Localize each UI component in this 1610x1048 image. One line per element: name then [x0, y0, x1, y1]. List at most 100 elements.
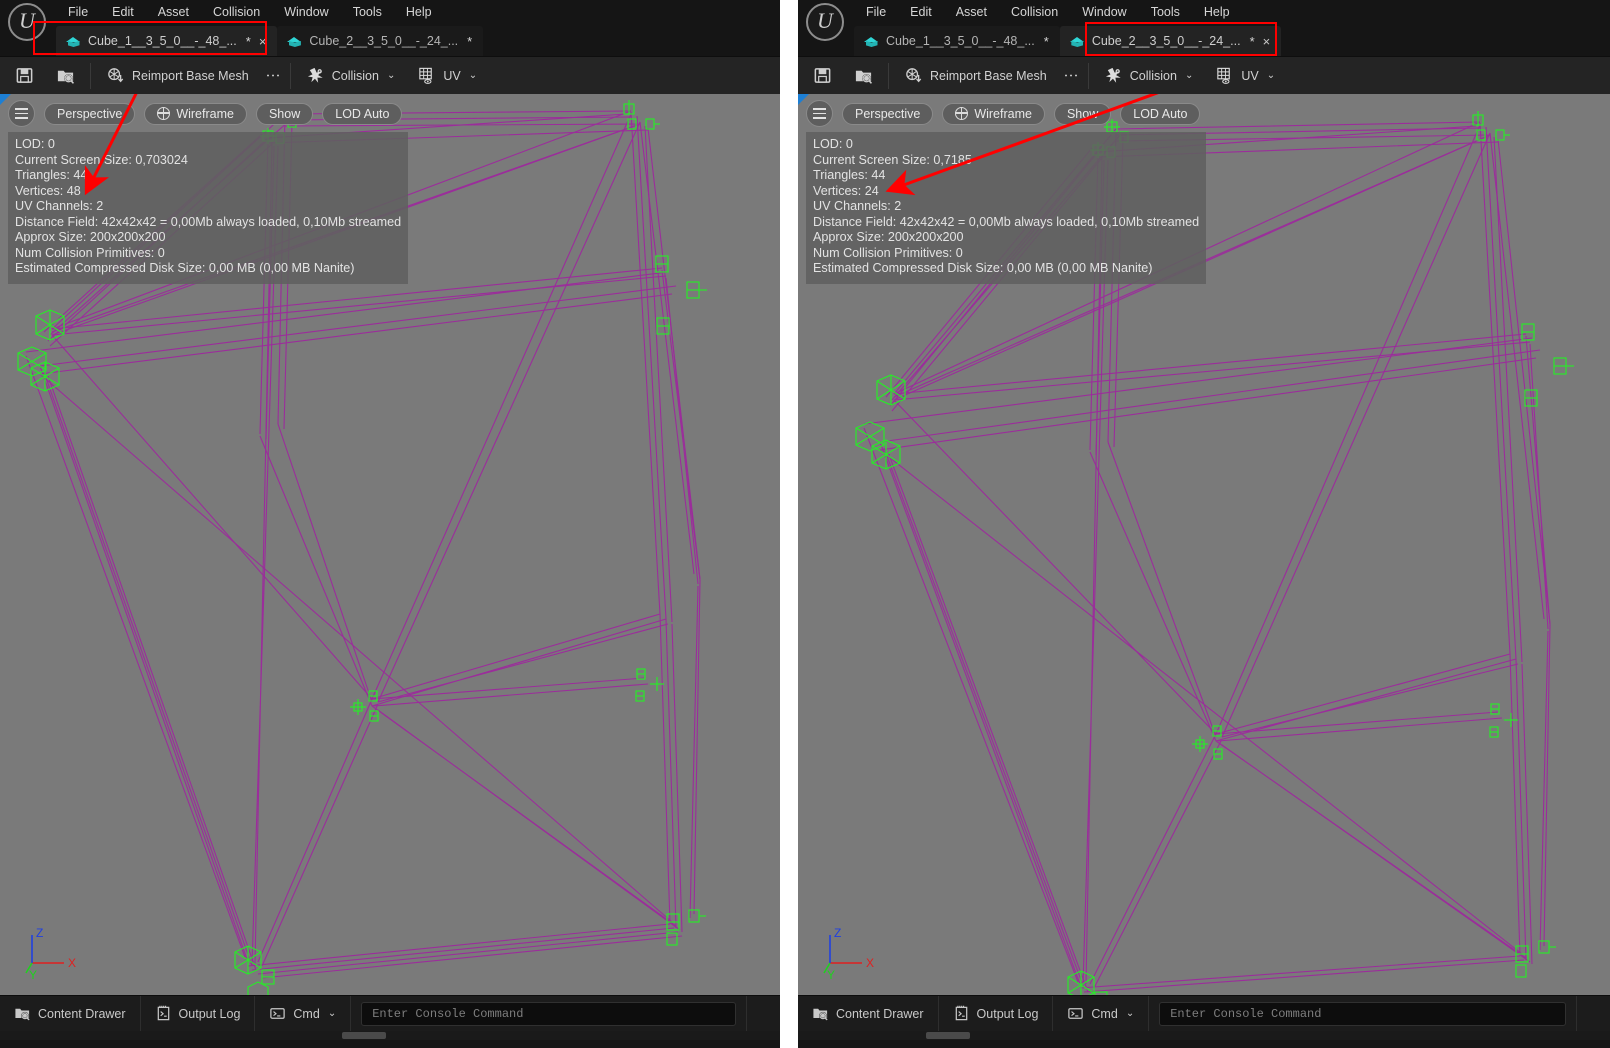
- browse-folder-icon: [57, 70, 75, 84]
- hamburger-icon: [15, 108, 28, 119]
- menu-tools[interactable]: Tools: [341, 0, 394, 24]
- menu-asset[interactable]: Asset: [146, 0, 201, 24]
- lod-label: LOD Auto: [335, 106, 390, 121]
- view-mode-wireframe-button[interactable]: Wireframe: [942, 102, 1045, 125]
- reimport-group: Reimport Base Mesh ⋮: [91, 57, 290, 94]
- info-approx-size: Approx Size: 200x200x200: [15, 230, 166, 244]
- menu-collision[interactable]: Collision: [201, 0, 272, 24]
- show-button[interactable]: Show: [1053, 102, 1112, 125]
- save-icon: [814, 68, 831, 83]
- right-asset-toolbar: Reimport Base Mesh ⋮ Collision ⌄ UV ⌄: [798, 56, 1610, 94]
- right-mesh-info-overlay: LOD: 0 Current Screen Size: 0,7185 Trian…: [806, 132, 1207, 284]
- save-icon: [16, 68, 33, 83]
- wireframe-label: Wireframe: [974, 106, 1032, 121]
- cmd-selector-button[interactable]: Cmd ⌄: [1053, 996, 1150, 1031]
- reimport-options-kebab-icon[interactable]: ⋮: [265, 68, 282, 83]
- console-prompt-icon: [1068, 1008, 1084, 1019]
- menu-window[interactable]: Window: [272, 0, 340, 24]
- output-log-button[interactable]: Output Log: [939, 996, 1054, 1031]
- left-status-bar: Content Drawer Output Log Cmd ⌄: [0, 995, 780, 1031]
- svg-text:Z: Z: [36, 926, 43, 940]
- collision-menu-button[interactable]: Collision ⌄: [1099, 63, 1199, 88]
- static-mesh-icon: [864, 34, 879, 48]
- menu-edit[interactable]: Edit: [898, 0, 944, 24]
- right-status-bar: Content Drawer Output Log Cmd ⌄: [798, 995, 1610, 1031]
- console-command-input[interactable]: [361, 1001, 736, 1026]
- reimport-options-kebab-icon[interactable]: ⋮: [1063, 68, 1080, 83]
- save-button[interactable]: [808, 63, 837, 88]
- tab-cube-1[interactable]: Cube_1__3_5_0__-_48_... *: [854, 26, 1060, 56]
- browse-to-asset-button[interactable]: [849, 63, 878, 88]
- tab-cube-1[interactable]: Cube_1__3_5_0__-_48_... * ×: [56, 26, 278, 56]
- viewport-focus-indicator: [798, 94, 809, 105]
- screenshot-root: U File Edit Asset Collision Window Tools…: [0, 0, 1610, 1048]
- tab-cube-2[interactable]: Cube_2__3_5_0__-_24_... * ×: [1059, 26, 1282, 56]
- perspective-button[interactable]: Perspective: [44, 102, 136, 125]
- resize-handle[interactable]: [342, 1032, 386, 1039]
- svg-text:X: X: [866, 956, 874, 970]
- unreal-logo-icon[interactable]: U: [806, 3, 844, 41]
- menu-tools[interactable]: Tools: [1139, 0, 1192, 24]
- right-tab-strip: Cube_1__3_5_0__-_48_... * Cube_2__3_5_0_…: [798, 22, 1610, 56]
- tab-close-icon[interactable]: ×: [259, 34, 267, 49]
- right-viewport[interactable]: Perspective Wireframe Show LOD Auto LOD:…: [798, 94, 1610, 995]
- console-command-input[interactable]: [1159, 1001, 1566, 1026]
- content-drawer-button[interactable]: Content Drawer: [798, 996, 939, 1031]
- left-menu-bar: File Edit Asset Collision Window Tools H…: [0, 0, 780, 24]
- static-mesh-icon: [287, 34, 302, 48]
- info-uv-channels: UV Channels: 2: [813, 199, 902, 213]
- reimport-base-mesh-button[interactable]: Reimport Base Mesh: [101, 63, 254, 88]
- tab-cube-2[interactable]: Cube_2__3_5_0__-_24_... *: [277, 26, 484, 56]
- lod-auto-button[interactable]: LOD Auto: [1120, 102, 1201, 125]
- cmd-label: Cmd: [1091, 1006, 1118, 1021]
- perspective-label: Perspective: [855, 106, 921, 121]
- unreal-logo-icon[interactable]: U: [8, 3, 46, 41]
- right-viewport-toolbar: Perspective Wireframe Show LOD Auto: [806, 100, 1201, 127]
- globe-icon: [156, 106, 171, 120]
- browse-to-asset-button[interactable]: [51, 63, 80, 88]
- uv-menu-button[interactable]: UV ⌄: [412, 63, 482, 88]
- show-label: Show: [1066, 106, 1099, 121]
- menu-file[interactable]: File: [56, 0, 100, 24]
- content-drawer-button[interactable]: Content Drawer: [0, 996, 141, 1031]
- info-lod: LOD: 0: [15, 137, 55, 151]
- lod-auto-button[interactable]: LOD Auto: [322, 102, 403, 125]
- info-screen-size: Current Screen Size: 0,703024: [15, 152, 188, 167]
- info-collision-prims: Num Collision Primitives: 0: [813, 245, 963, 260]
- right-editor-window: U File Edit Asset Collision Window Tools…: [798, 0, 1610, 1048]
- menu-file[interactable]: File: [854, 0, 898, 24]
- reimport-base-mesh-button[interactable]: Reimport Base Mesh: [899, 63, 1052, 88]
- info-disk-size: Estimated Compressed Disk Size: 0,00 MB …: [15, 261, 355, 275]
- cmd-selector-button[interactable]: Cmd ⌄: [255, 996, 352, 1031]
- mesh-tools-group: Collision ⌄ UV ⌄: [1089, 57, 1290, 94]
- file-actions-group: [798, 57, 888, 94]
- info-uv-channels: UV Channels: 2: [15, 199, 104, 213]
- view-mode-wireframe-button[interactable]: Wireframe: [144, 102, 247, 125]
- unreal-logo-glyph: U: [19, 8, 35, 33]
- status-bar-tail: [1576, 996, 1610, 1031]
- left-viewport[interactable]: Perspective Wireframe Show LOD Auto LOD:…: [0, 94, 780, 995]
- static-mesh-icon: [66, 34, 81, 48]
- show-button[interactable]: Show: [255, 102, 314, 125]
- output-log-button[interactable]: Output Log: [141, 996, 256, 1031]
- menu-window[interactable]: Window: [1070, 0, 1138, 24]
- menu-help[interactable]: Help: [394, 0, 444, 24]
- tab-label: Cube_2__3_5_0__-_24_...: [1091, 34, 1241, 48]
- viewport-menu-button[interactable]: [8, 100, 35, 127]
- content-drawer-label: Content Drawer: [836, 1006, 924, 1021]
- menu-collision[interactable]: Collision: [999, 0, 1070, 24]
- reimport-label: Reimport Base Mesh: [930, 68, 1047, 83]
- file-actions-group: [0, 57, 90, 94]
- info-screen-size: Current Screen Size: 0,7185: [813, 152, 972, 167]
- perspective-button[interactable]: Perspective: [842, 102, 934, 125]
- menu-edit[interactable]: Edit: [100, 0, 146, 24]
- resize-handle[interactable]: [926, 1032, 970, 1039]
- collision-menu-button[interactable]: Collision ⌄: [301, 63, 401, 88]
- tab-close-icon[interactable]: ×: [1263, 34, 1271, 49]
- menu-asset[interactable]: Asset: [944, 0, 999, 24]
- uv-menu-button[interactable]: UV ⌄: [1210, 63, 1280, 88]
- menu-help[interactable]: Help: [1192, 0, 1242, 24]
- save-button[interactable]: [10, 63, 39, 88]
- content-drawer-label: Content Drawer: [38, 1006, 126, 1021]
- viewport-menu-button[interactable]: [806, 100, 833, 127]
